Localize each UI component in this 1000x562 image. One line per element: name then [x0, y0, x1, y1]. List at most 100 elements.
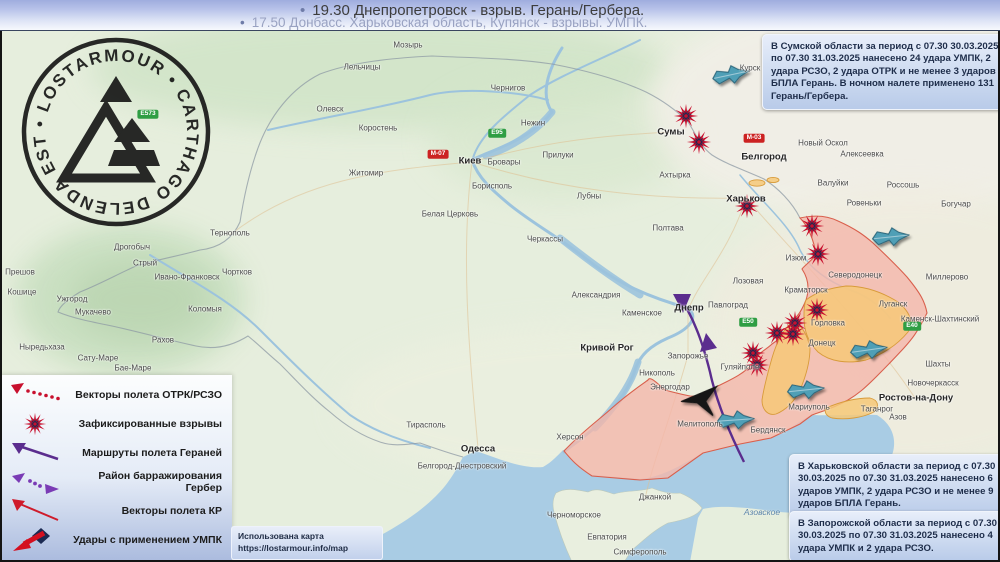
map-city-label: Симферополь: [613, 547, 667, 557]
map-city-label: Сату-Маре: [77, 353, 119, 363]
map-city-label: Луганск: [878, 299, 908, 309]
map-city-label: Мукачево: [75, 307, 111, 317]
map-city-label: Лубны: [576, 191, 602, 201]
map-city-label: Киев: [458, 155, 482, 167]
map-city-label: Полтава: [652, 223, 684, 233]
map-city-label: Новый Оскол: [798, 138, 848, 148]
map-city-label: Донецк: [808, 338, 836, 348]
legend-label-otrk: Векторы полета ОТРК/РСЗО: [75, 388, 222, 401]
map-city-label: Ивано-Франковск: [154, 272, 220, 282]
road-badge: Е95: [488, 128, 506, 138]
legend-row-umpk: Удары с применением УМПК: [0, 525, 232, 554]
road-badge: М-03: [743, 133, 765, 143]
road-badge: М-07: [427, 149, 449, 159]
legend-label-gerbera: Район барражирования Гербер: [98, 469, 222, 494]
lostarmour-logo: • LOSTARMOUR • CARTHAGO DELENDA EST: [21, 37, 211, 227]
map-city-label: Кривой Рог: [580, 342, 634, 354]
kr-vector-icon: [12, 498, 59, 521]
map-city-label: Каменское: [622, 308, 662, 318]
map-city-label: Белгород: [741, 151, 787, 163]
map-city-label: Белгород-Днестровский: [417, 461, 507, 471]
map-city-label: Богучар: [941, 199, 971, 209]
legend-label-umpk: Удары с применением УМПК: [73, 533, 222, 546]
map-city-label: Стрый: [132, 258, 158, 268]
map-city-label: Бровары: [487, 157, 521, 167]
geran-route-icon: [12, 442, 59, 460]
map-city-label: Харьков: [726, 193, 766, 205]
map-city-label: Валуйки: [817, 178, 849, 188]
road-badge: Е50: [739, 317, 757, 327]
map-city-label: Ныредьхаза: [19, 342, 65, 352]
map-city-label: Черкассы: [526, 234, 564, 244]
map-city-label: Азов: [889, 412, 907, 422]
map-city-label: Дрогобыч: [113, 242, 151, 252]
map-city-label: Житомир: [348, 168, 384, 178]
map-city-label: Бае-Маре: [114, 363, 152, 373]
map-city-label: Прешов: [5, 267, 35, 277]
map-city-label: Никополь: [639, 368, 675, 378]
map-city-label: Евпатория: [587, 532, 627, 542]
logo-triangle-outline: [56, 99, 156, 183]
map-city-label: Новочеркасск: [907, 378, 959, 388]
legend-label-explosions: Зафиксированные взрывы: [78, 417, 222, 430]
map-city-label: Олевск: [316, 104, 344, 114]
map-credit-url[interactable]: https://lostarmour.info/map: [238, 542, 376, 554]
map-city-label: Энергодар: [650, 382, 690, 392]
map-city-label: Коломыя: [188, 304, 222, 314]
map-city-label: Мелитополь: [677, 419, 723, 429]
sumy-report-box: В Сумской области за период с 07.30 30.0…: [762, 34, 1000, 111]
legend-label-geran: Маршруты полета Гераней: [82, 446, 222, 459]
legend-row-explosions: Зафиксированные взрывы: [0, 409, 232, 438]
legend-row-kr: Векторы полета КР: [0, 496, 232, 525]
map-city-label: Россошь: [886, 180, 920, 190]
otrk-vector-icon: [11, 382, 60, 400]
map-city-label: Чортков: [221, 267, 253, 277]
map-city-label: Горловка: [810, 318, 846, 328]
bullet-icon: •: [240, 15, 245, 30]
map-city-label: Миллерово: [925, 272, 969, 282]
slide: Киев Харьков Сумы Белгород Одесса Днепр Ростов…: [0, 0, 1000, 562]
map-city-label: Курск: [739, 63, 761, 73]
map-city-label: Ахтырка: [659, 170, 691, 180]
map-city-label: Лозовая: [732, 276, 764, 286]
legend-label-kr: Векторы полета КР: [121, 504, 222, 517]
map-city-label: Павлоград: [708, 300, 748, 310]
map-city-label: Запорожье: [667, 351, 709, 361]
umpk-strike-icon: [13, 527, 50, 551]
logo-bar: [108, 150, 160, 166]
map-city-label: Северодонецк: [828, 270, 882, 280]
legend: Векторы полета ОТРК/РСЗО Зафиксированные…: [0, 375, 232, 562]
map-credit-box: Использована карта https://lostarmour.in…: [231, 526, 383, 560]
map-credit-text: Использована карта: [238, 531, 324, 541]
map-city-label: Джанкой: [638, 492, 672, 502]
map-city-label: Александрия: [571, 290, 621, 300]
legend-row-geran: Маршруты полета Гераней: [0, 438, 232, 467]
map-city-label: Рахов: [151, 335, 175, 345]
kharkiv-report-text: В Харьковской области за период с 07.30 …: [798, 461, 996, 510]
slide-header: • 19.30 Днепропетровск - взрыв. Герань/Ге…: [0, 0, 1000, 31]
event-line-2: • 17.50 Донбасс. Харьковская область, Куп…: [240, 15, 648, 30]
map-city-label: Херсон: [556, 432, 584, 442]
zaporizhzhia-report-box: В Запорожской области за период с 07.30 …: [789, 511, 1000, 562]
logo-triangle-top: [100, 76, 132, 102]
legend-row-otrk: Векторы полета ОТРК/РСЗО: [0, 380, 232, 409]
legend-row-gerbera: Район барражирования Гербер: [0, 467, 232, 496]
gerbera-area-icon: [12, 472, 59, 494]
map-city-label: Ужгород: [56, 294, 88, 304]
map-city-label: Черноморское: [547, 510, 601, 520]
map-city-label: Коростень: [358, 123, 398, 133]
sumy-report-text: В Сумской области за период с 07.30 30.0…: [771, 41, 999, 102]
zaporizhzhia-report-text: В Запорожской области за период с 07.30 …: [798, 518, 997, 554]
map-city-label: Нежин: [520, 118, 546, 128]
map-city-label: Лельчицы: [343, 62, 381, 72]
map-city-label: Белая Церковь: [421, 209, 479, 219]
map-city-label: Алексеевка: [840, 149, 884, 159]
map-city-label: Шахты: [925, 359, 951, 369]
map-city-label: Тернополь: [210, 228, 250, 238]
map-city-label: Изюм: [785, 253, 807, 263]
map-city-label: Ростов-на-Дону: [878, 392, 954, 404]
map-city-label: Одесса: [460, 443, 496, 455]
road-badge: Е40: [903, 321, 921, 331]
map-city-label: Мариуполь: [788, 402, 830, 412]
map-city-label: Гуляйполе: [720, 362, 760, 372]
